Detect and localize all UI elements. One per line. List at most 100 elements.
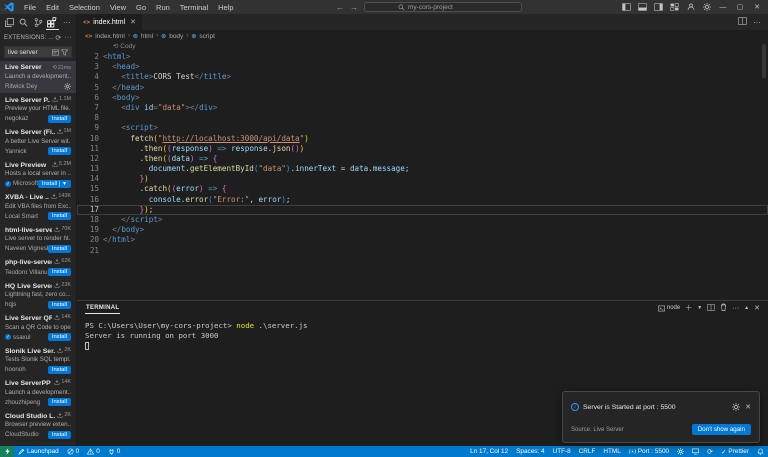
install-button[interactable]: Install (48, 366, 71, 374)
refresh-icon[interactable]: ⟳ (55, 34, 61, 42)
code-line[interactable]: 2<html> (77, 52, 768, 62)
extension-item[interactable]: html-live-server70KLive server to render… (0, 223, 76, 256)
statusbar-spaces-4[interactable]: Spaces: 4 (512, 448, 548, 455)
tab-terminal[interactable]: TERMINAL (85, 303, 120, 314)
statusbar-port-5500[interactable]: Port : 5500 (625, 448, 673, 455)
kill-terminal-icon[interactable] (720, 303, 727, 313)
extensions-icon[interactable] (46, 15, 58, 30)
clear-search-icon[interactable] (52, 49, 59, 56)
code-line[interactable]: 7 <div id="data"></div> (77, 103, 768, 113)
install-dropdown-icon[interactable]: ▼ (59, 181, 67, 187)
code-line[interactable]: 8 (77, 113, 768, 123)
tab-index-html[interactable]: <> index.html ✕ (77, 14, 142, 30)
toggle-secondary-sidebar-icon[interactable] (654, 3, 663, 12)
remote-indicator[interactable] (0, 446, 14, 457)
code-line[interactable]: 17 }); (77, 205, 768, 215)
statusbar-0[interactable]: 0 (63, 448, 84, 455)
explorer-icon[interactable] (3, 15, 15, 30)
install-button[interactable]: Install (48, 301, 71, 309)
code-line[interactable]: 20</html> (77, 235, 768, 245)
code-line[interactable]: 6 <body> (77, 93, 768, 103)
extension-item[interactable]: Cloud Studio L...2KBrowser preview exten… (0, 409, 76, 442)
statusbar-utf-8[interactable]: UTF-8 (549, 448, 575, 455)
install-button[interactable]: Install (48, 268, 71, 276)
customize-layout-icon[interactable] (670, 3, 679, 12)
toggle-sidebar-icon[interactable] (622, 3, 631, 12)
maximize-panel-icon[interactable]: ▲ (744, 305, 749, 311)
extension-item[interactable]: Live Server (Fi...1MA better Live Server… (0, 125, 76, 158)
menu-selection[interactable]: Selection (64, 3, 105, 12)
dont-show-again-button[interactable]: Don't show again (692, 424, 751, 435)
code-line[interactable]: 19 </body> (77, 225, 768, 235)
code-line[interactable]: 10 fetch("http://localhost:3000/api/data… (77, 134, 768, 144)
menu-help[interactable]: Help (213, 3, 238, 12)
install-button[interactable]: Install (48, 245, 71, 253)
statusbar-0[interactable]: 0 (83, 448, 104, 455)
extensions-search-input[interactable] (8, 49, 50, 56)
code-line[interactable]: 18 </script> (77, 215, 768, 225)
extension-item[interactable]: Live Preview5.2MHosts a local server in … (0, 158, 76, 191)
command-center[interactable] (364, 2, 522, 12)
breadcrumb-item[interactable]: body (169, 33, 183, 40)
code-line[interactable]: 4 <title>CORS Test</title> (77, 72, 768, 82)
install-button[interactable]: Install (48, 115, 71, 123)
extension-item[interactable]: Live ServerPP14KLaunch a development...z… (0, 376, 76, 409)
breadcrumb[interactable]: <>index.html›⊚html›⊚body›⊚script (77, 30, 768, 42)
extensions-search-box[interactable] (4, 46, 72, 58)
command-center-input[interactable] (408, 4, 488, 11)
search-icon[interactable] (17, 15, 29, 30)
codelens-cody[interactable]: ⟲ Cody (77, 42, 768, 52)
extension-item[interactable]: Live Server⟲21msLaunch a development...R… (0, 61, 76, 93)
install-button[interactable]: Install (48, 431, 71, 439)
install-button[interactable]: Install (48, 147, 71, 155)
terminal-profile[interactable]: node (658, 305, 680, 312)
split-terminal-icon[interactable] (707, 304, 715, 313)
code-line[interactable]: 16 console.error("Error:", error); (77, 195, 768, 205)
menu-terminal[interactable]: Terminal (175, 3, 213, 12)
code-line[interactable]: 14 }) (77, 174, 768, 184)
statusbar-sync[interactable]: ⟳ (703, 448, 717, 456)
extension-item[interactable]: php-live-server62KTeodoro Villanu...Inst… (0, 255, 76, 279)
maximize-icon[interactable]: ▢ (735, 3, 745, 11)
filter-funnel-icon[interactable] (61, 49, 68, 56)
minimize-icon[interactable]: — (718, 4, 728, 11)
extension-item[interactable]: Slonik Live Ser...2KTests Slonik SQL tem… (0, 344, 76, 377)
notification-settings-icon[interactable] (732, 398, 740, 416)
split-editor-icon[interactable] (738, 17, 747, 27)
settings-gear-icon[interactable] (702, 3, 711, 12)
statusbar-0[interactable]: 0 (104, 448, 125, 455)
extension-item[interactable]: Live Server QR14KScan a QR Code to ope..… (0, 311, 76, 344)
panel-more-actions-icon[interactable]: ··· (732, 305, 739, 312)
code-line[interactable]: 21 (77, 246, 768, 256)
breadcrumb-item[interactable]: html (141, 33, 153, 40)
account-icon[interactable] (686, 3, 695, 12)
statusbar-gear[interactable] (673, 448, 688, 455)
statusbar-crlf[interactable]: CRLF (575, 448, 600, 455)
code-line[interactable]: 3 <head> (77, 62, 768, 72)
close-panel-icon[interactable]: ✕ (754, 304, 760, 312)
statusbar-prettier[interactable]: ✓Prettier (717, 448, 753, 456)
new-terminal-icon[interactable]: ＋ (685, 303, 692, 313)
breadcrumb-item[interactable]: index.html (95, 33, 125, 40)
code-line[interactable]: 5 </head> (77, 83, 768, 93)
menu-edit[interactable]: Edit (41, 3, 64, 12)
menu-run[interactable]: Run (151, 3, 175, 12)
menu-go[interactable]: Go (131, 3, 151, 12)
code-editor[interactable]: ⟲ Cody 2<html>3 <head>4 <title>CORS Test… (77, 42, 768, 300)
install-button[interactable]: Install▼ (38, 180, 71, 188)
back-arrow-icon[interactable]: ← (336, 3, 344, 12)
statusbar-ln-17-col-12[interactable]: Ln 17, Col 12 (466, 448, 512, 455)
panel-more-icon[interactable]: ··· (64, 34, 72, 41)
statusbar-launchpad[interactable]: Launchpad (14, 448, 63, 455)
install-button[interactable]: Install (48, 333, 71, 341)
forward-arrow-icon[interactable]: → (350, 3, 358, 12)
install-button[interactable]: Install (48, 212, 71, 220)
extension-item[interactable]: HQ Live Server23KLightning fast, zero co… (0, 279, 76, 312)
statusbar-html[interactable]: HTML (599, 448, 624, 455)
extension-item[interactable]: XVBA - Live ...143KEdit VBA files from E… (0, 190, 76, 223)
code-line[interactable]: 15 .catch((error) => { (77, 184, 768, 194)
menu-view[interactable]: View (105, 3, 131, 12)
code-line[interactable]: 12 .then((data) => { (77, 154, 768, 164)
extension-item[interactable]: Live Server P...1.1MPreview your HTML fi… (0, 93, 76, 126)
code-line[interactable]: 13 document.getElementById("data").inner… (77, 164, 768, 174)
